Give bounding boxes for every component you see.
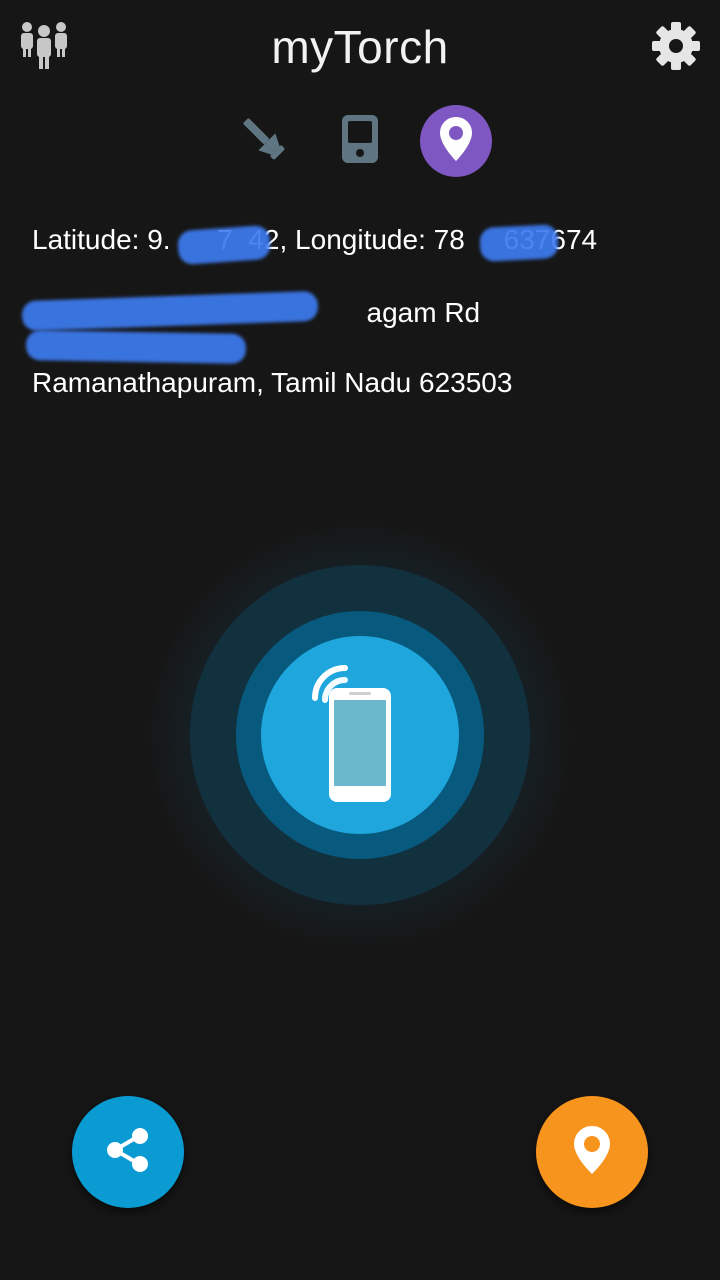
mode-flashlight-button[interactable]: [228, 105, 300, 177]
center-activate-button[interactable]: [261, 636, 459, 834]
share-button[interactable]: [72, 1096, 184, 1208]
map-pin-icon: [438, 115, 474, 168]
locate-button[interactable]: [536, 1096, 648, 1208]
mode-location-button[interactable]: [420, 105, 492, 177]
mode-screen-light-button[interactable]: [324, 105, 396, 177]
address-line-3: Ramanathapuram, Tamil Nadu 623503: [32, 367, 513, 398]
gear-icon[interactable]: [650, 20, 702, 72]
phone-signal-icon: [291, 654, 431, 819]
flashlight-icon: [236, 111, 292, 172]
app-title: myTorch: [271, 21, 449, 73]
redaction-mark: [25, 330, 247, 364]
phone-icon: [340, 113, 380, 170]
share-icon: [103, 1125, 153, 1180]
map-pin-icon: [572, 1124, 612, 1181]
redaction-mark: [479, 223, 559, 263]
redaction-mark: [176, 224, 272, 266]
